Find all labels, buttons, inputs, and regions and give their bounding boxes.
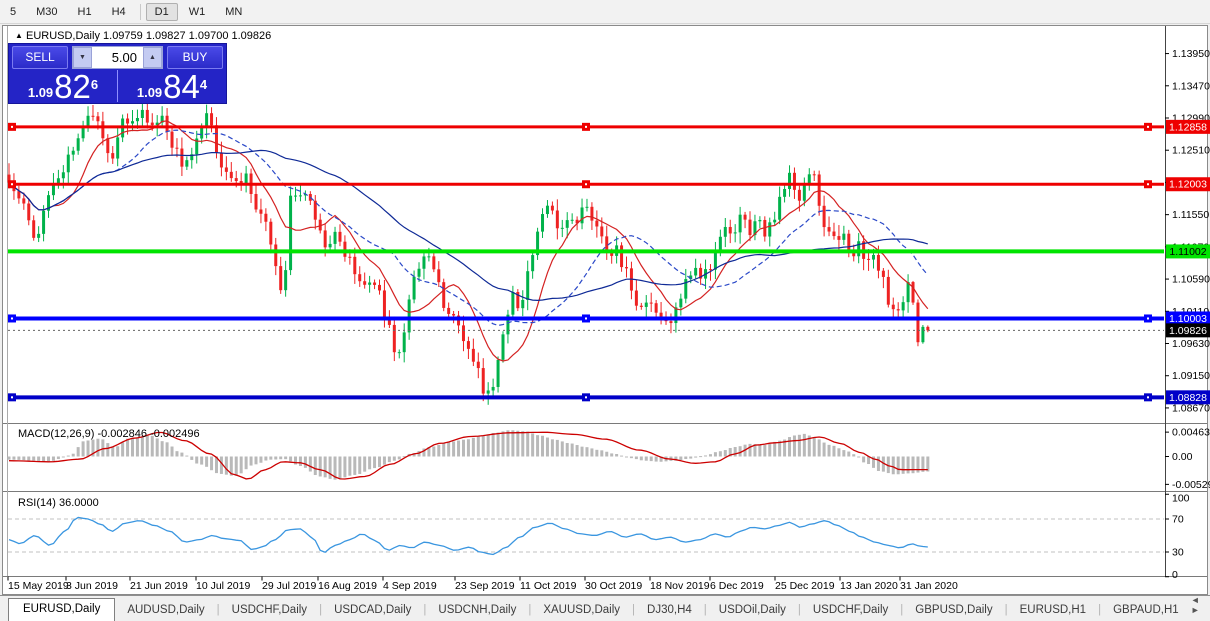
tab-usdcnh-daily[interactable]: USDCNH,Daily [426, 600, 528, 621]
chart-ohlc-header: ▲ EURUSD,Daily 1.09759 1.09827 1.09700 1… [15, 30, 271, 42]
price-tick-label: 1.13470 [1172, 80, 1210, 92]
one-click-trading-panel: SELL ▼ ▲ BUY 1.09826 1.09844 [8, 43, 227, 104]
price-tick-label: 1.12510 [1172, 145, 1210, 157]
price-tick-label: 1.09150 [1172, 370, 1210, 382]
rsi-tick-label: 100 [1172, 493, 1190, 505]
macd-indicator-label: MACD(12,26,9) -0.002846 -0.002496 [18, 428, 200, 440]
volume-increase-button[interactable]: ▲ [143, 47, 162, 68]
price-badge-text: 1.09826 [1169, 325, 1207, 337]
date-tick-label: 30 Oct 2019 [585, 580, 642, 592]
tab-eurusd-daily[interactable]: EURUSD,Daily [8, 598, 116, 621]
macd-tick-label: -0.005295 [1172, 479, 1210, 491]
bid-price-prefix: 1.09 [27, 85, 54, 100]
price-badge-text: 1.10003 [1169, 313, 1207, 325]
rsi-tick-label: 30 [1172, 547, 1184, 559]
collapse-triangle-icon[interactable]: ▲ [15, 31, 23, 40]
bid-price-pip: 6 [90, 77, 99, 92]
price-tick-label: 1.09630 [1172, 338, 1210, 350]
symbol-tab-bar: EURUSD,Daily AUDUSD,Daily | USDCHF,Daily | US… [0, 595, 1210, 621]
sell-button[interactable]: SELL [12, 46, 68, 69]
tab-usdchf-daily[interactable]: USDCHF,Daily [220, 600, 319, 621]
price-badge-text: 1.12003 [1169, 179, 1207, 191]
price-tick-label: 1.10590 [1172, 274, 1210, 286]
chart-frame [2, 25, 1208, 595]
tab-gbpusd-daily[interactable]: GBPUSD,Daily [903, 600, 1004, 621]
date-tick-label: 23 Sep 2019 [455, 580, 515, 592]
trading-platform-window: 5 M30 H1 H4 D1 W1 MN 1.13950 1.13470 1.12990 1.12… [0, 0, 1210, 621]
rsi-indicator-label: RSI(14) 36.0000 [18, 497, 99, 509]
price-badge-text: 1.11002 [1169, 246, 1206, 258]
tab-dj30-h4[interactable]: DJ30,H4 [635, 600, 704, 621]
volume-decrease-button[interactable]: ▼ [73, 47, 92, 68]
rsi-tick-label: 0 [1172, 569, 1178, 581]
date-tick-label: 29 Jul 2019 [262, 580, 316, 592]
date-tick-label: 13 Jan 2020 [840, 580, 898, 592]
bid-price-display[interactable]: 1.09 82 6 [9, 68, 118, 105]
rsi-tick-label: 70 [1172, 514, 1184, 526]
volume-input[interactable] [92, 47, 143, 68]
date-tick-label: 10 Jul 2019 [196, 580, 250, 592]
tab-audusd-daily[interactable]: AUDUSD,Daily [115, 600, 216, 621]
tab-usdoil-daily[interactable]: USDOil,Daily [707, 600, 798, 621]
price-tick-label: 1.13950 [1172, 48, 1210, 60]
tab-eurusd-h1[interactable]: EURUSD,H1 [1008, 600, 1098, 621]
ask-price-pip: 4 [199, 77, 208, 92]
macd-tick-label: 0.00463 [1172, 427, 1210, 439]
date-tick-label: 21 Jun 2019 [130, 580, 188, 592]
bid-price-main: 82 [54, 68, 91, 105]
price-badge-text: 1.08828 [1169, 392, 1207, 404]
ohlc-high: 1.09827 [145, 30, 186, 42]
ohlc-open: 1.09759 [103, 30, 143, 42]
date-tick-label: 16 Aug 2019 [318, 580, 377, 592]
ohlc-close: 1.09826 [231, 30, 272, 42]
date-tick-label: 3 Jun 2019 [66, 580, 118, 592]
tab-gbpaud-h1[interactable]: GBPAUD,H1 [1101, 600, 1191, 621]
date-tick-label: 15 May 2019 [8, 580, 69, 592]
chart-symbol-label: EURUSD,Daily [25, 30, 100, 42]
price-tick-label: 1.11550 [1172, 209, 1209, 221]
date-tick-label: 11 Oct 2019 [520, 580, 577, 592]
tab-usdchf-daily[interactable]: USDCHF,Daily [801, 600, 900, 621]
ask-price-prefix: 1.09 [136, 85, 163, 100]
volume-spinner: ▼ ▲ [72, 46, 163, 69]
tab-xauusd-daily[interactable]: XAUUSD,Daily [531, 600, 632, 621]
date-tick-label: 6 Dec 2019 [710, 580, 764, 592]
date-tick-label: 25 Dec 2019 [775, 580, 835, 592]
tab-scroll-arrows[interactable]: ◄ ► [1191, 595, 1210, 621]
price-badge-text: 1.12858 [1169, 121, 1207, 133]
buy-button[interactable]: BUY [167, 46, 223, 69]
tab-usdcad-daily[interactable]: USDCAD,Daily [322, 600, 423, 621]
date-tick-label: 31 Jan 2020 [900, 580, 958, 592]
date-tick-label: 18 Nov 2019 [650, 580, 710, 592]
macd-tick-label: 0.00 [1172, 451, 1193, 463]
date-tick-label: 4 Sep 2019 [383, 580, 437, 592]
ask-price-main: 84 [163, 68, 200, 105]
ask-price-display[interactable]: 1.09 84 4 [118, 68, 226, 105]
ohlc-low: 1.09700 [188, 30, 229, 42]
